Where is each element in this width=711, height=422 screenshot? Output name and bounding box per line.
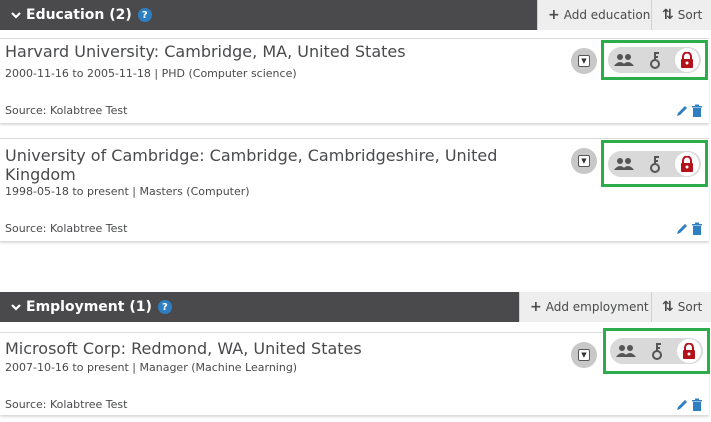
pencil-icon[interactable]: [676, 222, 689, 235]
key-icon[interactable]: [649, 155, 661, 173]
chevron-down-icon: [11, 12, 21, 19]
education-entry: University of Cambridge: Cambridge, Camb…: [0, 138, 709, 241]
employment-section-title[interactable]: Employment (1) ?: [0, 292, 519, 322]
employment-entry: Microsoft Corp: Redmond, WA, United Stat…: [0, 328, 710, 415]
trash-icon[interactable]: [691, 222, 703, 235]
expand-button[interactable]: ▼: [571, 342, 597, 368]
expand-button[interactable]: ▼: [571, 48, 597, 74]
plus-icon: +: [548, 7, 560, 23]
entry-actions: [676, 398, 704, 412]
group-icon[interactable]: [614, 53, 634, 67]
help-icon[interactable]: ?: [157, 300, 172, 314]
add-employment-button[interactable]: + Add employment: [519, 292, 651, 322]
privacy-selector: [601, 40, 708, 80]
employment-title: Employment (1): [26, 299, 152, 315]
entry-title: Harvard University: Cambridge, MA, Unite…: [5, 42, 406, 61]
lock-option[interactable]: [675, 151, 699, 176]
entry-source: Source: Kolabtree Test: [5, 398, 128, 411]
lock-icon: [681, 52, 693, 68]
entry-meta: 2007-10-16 to present | Manager (Machine…: [5, 361, 298, 374]
privacy-selector: [601, 140, 708, 187]
lock-icon: [683, 343, 695, 359]
sort-education-button[interactable]: ⇅ Sort: [651, 0, 711, 30]
education-entry: Harvard University: Cambridge, MA, Unite…: [0, 38, 709, 123]
expand-icon: ▼: [578, 55, 590, 67]
entry-meta: 1998-05-18 to present | Masters (Compute…: [5, 185, 250, 198]
employment-header: Employment (1) ? + Add employment ⇅ Sort: [0, 292, 711, 322]
add-education-button[interactable]: + Add education: [537, 0, 651, 30]
entry-source: Source: Kolabtree Test: [5, 222, 128, 235]
lock-icon: [681, 155, 693, 172]
education-section-title[interactable]: Education (2) ?: [0, 0, 537, 30]
lock-option[interactable]: [675, 48, 699, 72]
entry-source: Source: Kolabtree Test: [5, 104, 128, 117]
expand-button[interactable]: ▼: [571, 148, 597, 174]
plus-icon: +: [530, 299, 542, 315]
expand-icon: ▼: [578, 155, 590, 167]
sort-icon: ⇅: [662, 299, 674, 315]
entry-actions: [676, 104, 704, 118]
expand-icon: ▼: [578, 349, 590, 361]
trash-icon[interactable]: [691, 104, 703, 117]
group-icon[interactable]: [614, 157, 634, 171]
privacy-selector: [603, 328, 710, 374]
entry-actions: [676, 222, 704, 236]
trash-icon[interactable]: [691, 398, 703, 411]
key-icon[interactable]: [651, 342, 663, 360]
chevron-down-icon: [11, 304, 21, 311]
entry-meta: 2000-11-16 to 2005-11-18 | PHD (Computer…: [5, 67, 297, 80]
education-title: Education (2): [26, 7, 132, 23]
pencil-icon[interactable]: [676, 398, 689, 411]
entry-title: University of Cambridge: Cambridge, Camb…: [5, 146, 498, 184]
key-icon[interactable]: [649, 51, 661, 69]
group-icon[interactable]: [616, 344, 636, 358]
education-header: Education (2) ? + Add education ⇅ Sort: [0, 0, 711, 30]
help-icon[interactable]: ?: [137, 8, 152, 22]
lock-option[interactable]: [677, 339, 701, 363]
sort-employment-button[interactable]: ⇅ Sort: [651, 292, 711, 322]
entry-title: Microsoft Corp: Redmond, WA, United Stat…: [5, 339, 362, 358]
pencil-icon[interactable]: [676, 104, 689, 117]
sort-icon: ⇅: [662, 7, 674, 23]
